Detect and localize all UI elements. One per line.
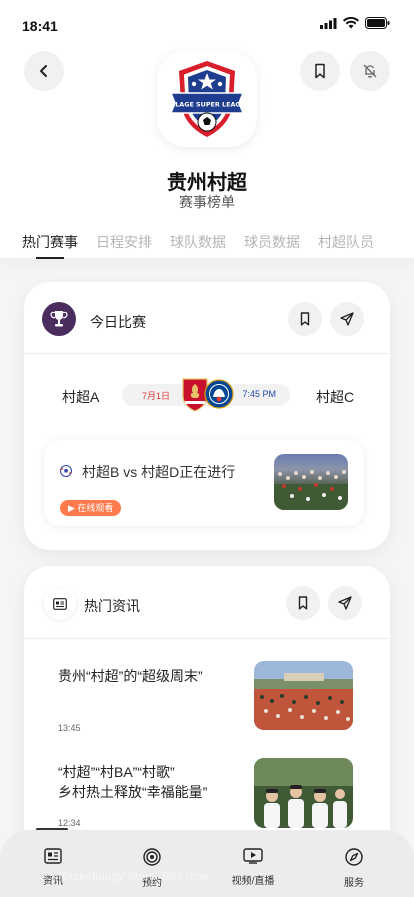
news-item-title: 贵州“村超”的“超级周末” <box>58 668 203 684</box>
bookmark-icon <box>298 596 308 610</box>
newspaper-icon <box>53 598 67 610</box>
today-share-button[interactable] <box>330 302 364 336</box>
team-left: 村超A <box>62 389 100 405</box>
watch-online-button[interactable]: ▶ 在线观看 <box>60 500 122 516</box>
live-match-text: 村超B vs 村超D正在进行 <box>82 464 236 480</box>
league-avatar <box>42 302 76 336</box>
live-thumbnail <box>274 454 348 510</box>
header: 18:41 VILLAGE SUPER LEAGUE 贵州村超 赛事榜单 热门赛… <box>0 0 414 259</box>
bookmark-icon <box>300 312 310 326</box>
wifi-icon <box>343 17 359 29</box>
today-bookmark-button[interactable] <box>288 302 322 336</box>
tab-hot-events[interactable]: 热门赛事 <box>22 232 78 259</box>
target-icon <box>143 848 161 866</box>
compass-icon <box>345 848 363 866</box>
mute-notifications-button[interactable] <box>350 51 390 91</box>
tab-team-data[interactable]: 球队数据 <box>170 232 226 252</box>
page-title: 贵州村超 <box>167 172 247 194</box>
divider <box>24 353 390 354</box>
status-time: 18:41 <box>22 18 58 34</box>
football-icon <box>60 465 72 477</box>
status-icons <box>320 17 390 29</box>
shield-logo-icon: VILLAGE SUPER LEAGUE <box>165 61 249 137</box>
nav-video-live[interactable]: 视频/直播 <box>223 848 283 887</box>
today-title: 今日比赛 <box>90 314 146 330</box>
tab-schedule[interactable]: 日程安排 <box>96 232 152 252</box>
bell-off-icon <box>363 64 377 78</box>
chevron-left-icon <box>40 65 47 77</box>
tab-bar: 热门赛事 日程安排 球队数据 球员数据 村超队员 <box>22 232 414 259</box>
bottom-nav: 资讯 预约 视频/直播 服务 Racketology Stam. Illini … <box>0 830 414 897</box>
news-item-thumbnail <box>254 661 353 730</box>
match-info-pill[interactable]: 7月1日 7:45 PM <box>122 378 290 412</box>
news-item-title-line1: “村超”“村BA”“村歌” <box>58 764 175 780</box>
send-icon <box>338 596 352 610</box>
send-icon <box>340 312 354 326</box>
back-button[interactable] <box>24 51 64 91</box>
news-badge <box>44 588 76 620</box>
news-item-time: 12:34 <box>58 818 81 828</box>
hot-news-card: 热门资讯 贵州“村超”的“超级周末” 13:45 “村超”“村BA”“村歌” 乡… <box>24 566 390 866</box>
tab-player-data[interactable]: 球员数据 <box>244 232 300 252</box>
news-item-thumbnail <box>254 758 353 828</box>
chelsea-badge-icon <box>204 379 234 409</box>
signal-icon <box>320 17 337 29</box>
watermark-text: Racketology Stam. Illini mov... <box>58 869 218 883</box>
divider <box>24 638 390 639</box>
tab-league-players[interactable]: 村超队员 <box>318 232 374 252</box>
video-icon <box>243 848 263 864</box>
nav-services[interactable]: 服务 <box>324 848 384 889</box>
trophy-icon <box>50 311 68 327</box>
nav-label: 服务 <box>344 878 364 889</box>
logo-text: VILLAGE SUPER LEAGUE <box>165 101 249 109</box>
today-matches-card: 今日比赛 村超A 村超C 7月1日 7:45 PM 村超B vs 村超D正在进行… <box>24 282 390 550</box>
match-date: 7月1日 <box>142 391 171 401</box>
battery-icon <box>365 17 390 29</box>
bookmark-button[interactable] <box>300 51 340 91</box>
match-time: 7:45 PM <box>242 389 276 399</box>
live-match-item[interactable]: 村超B vs 村超D正在进行 ▶ 在线观看 <box>44 440 364 526</box>
news-item-time: 13:45 <box>58 723 81 733</box>
news-bookmark-button[interactable] <box>286 586 320 620</box>
team-right: 村超C <box>316 389 355 405</box>
news-share-button[interactable] <box>328 586 362 620</box>
news-section-title: 热门资讯 <box>84 598 140 614</box>
news-icon <box>44 848 62 864</box>
page-subtitle: 赛事榜单 <box>179 194 235 210</box>
nav-label: 视频/直播 <box>231 876 275 887</box>
league-logo: VILLAGE SUPER LEAGUE <box>157 51 257 147</box>
news-item-title-line2: 乡村热土释放“幸福能量” <box>58 784 208 800</box>
bookmark-icon <box>315 63 325 79</box>
